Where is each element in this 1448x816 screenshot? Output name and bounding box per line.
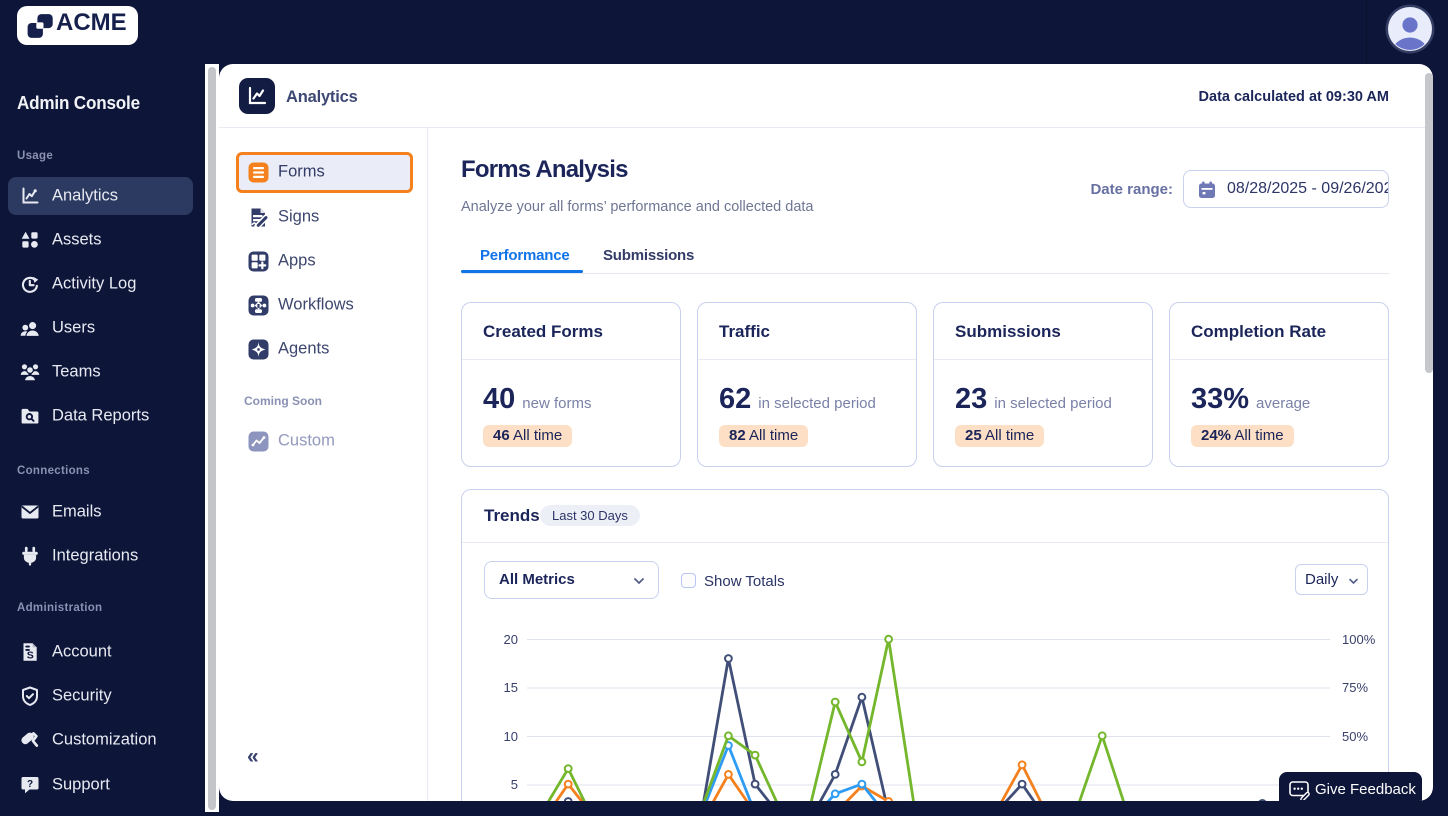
svg-text:S: S bbox=[27, 649, 34, 661]
svg-text:?: ? bbox=[27, 779, 33, 790]
